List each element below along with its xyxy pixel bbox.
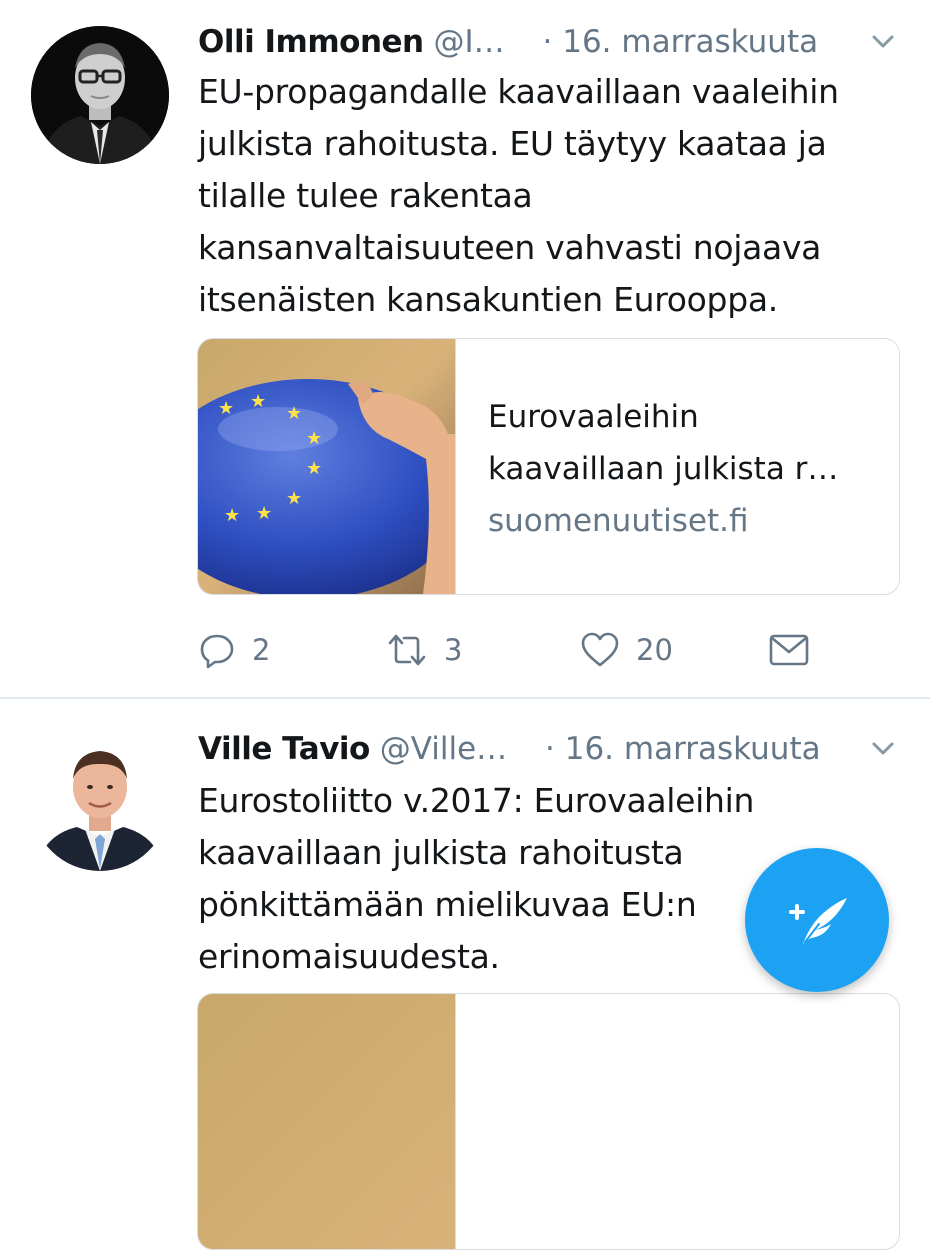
link-card[interactable]: ★ ★ ★ ★ ★ ★ ★ ★ Eurovaaleihin kaavaillaa…: [197, 338, 900, 595]
author-name[interactable]: Olli Immonen: [198, 24, 424, 60]
heart-icon: [581, 632, 619, 667]
tweet-text-line: Eurostoliitto v.2017: Eurovaaleihin: [198, 781, 755, 820]
svg-text:★: ★: [286, 488, 302, 509]
like-button[interactable]: 20: [580, 628, 673, 672]
retweet-button[interactable]: 3: [386, 628, 462, 672]
link-card-domain: suomenuutiset.fi: [488, 503, 749, 539]
chevron-down-icon[interactable]: [868, 26, 898, 56]
reply-icon: [200, 634, 234, 669]
reply-button[interactable]: 2: [198, 628, 270, 672]
svg-text:★: ★: [224, 505, 240, 526]
direct-message-button[interactable]: [768, 628, 810, 672]
tweet-text-line: julkista rahoitusta. EU täytyy kaataa ja: [198, 124, 827, 163]
tweet-text-line: kansanvaltaisuuteen vahvasti nojaava: [198, 228, 822, 267]
tweet-date[interactable]: 16. marraskuuta: [565, 731, 821, 767]
envelope-icon: [769, 634, 809, 666]
avatar-image: [31, 733, 169, 871]
svg-text:★: ★: [286, 403, 302, 424]
separator-dot: ·: [542, 24, 553, 60]
tweet-header: Olli Immonen @I… · 16. marraskuuta: [198, 20, 898, 64]
retweet-count: 3: [444, 633, 463, 667]
avatar[interactable]: [31, 733, 169, 871]
svg-text:★: ★: [218, 398, 234, 419]
tweet-text: EU-propagandalle kaavaillaan vaaleihin j…: [198, 66, 898, 326]
link-card-title-line: kaavaillaan julkista r…: [488, 451, 839, 487]
tweet-date[interactable]: 16. marraskuuta: [562, 24, 818, 60]
link-card-image: [198, 994, 456, 1249]
compose-tweet-icon: [789, 898, 847, 944]
compose-tweet-button[interactable]: [745, 848, 889, 992]
svg-text:★: ★: [250, 391, 266, 412]
tweet-text-line: itsenäisten kansakuntien Eurooppa.: [198, 280, 778, 319]
link-card-title: Eurovaaleihin kaavaillaan julkista r…: [488, 391, 878, 495]
avatar[interactable]: [31, 26, 169, 164]
retweet-icon: [388, 634, 426, 666]
author-handle[interactable]: @I…: [433, 24, 504, 60]
svg-text:★: ★: [306, 428, 322, 449]
like-count: 20: [636, 633, 673, 667]
separator-dot: ·: [545, 731, 555, 767]
tweet-actions: 2 3 20: [198, 628, 898, 672]
author-name[interactable]: Ville Tavio: [198, 731, 370, 767]
tweet-text-line: tilalle tulee rakentaa: [198, 176, 533, 215]
author-handle[interactable]: @Ville…: [380, 731, 507, 767]
link-card-title-line: Eurovaaleihin: [488, 399, 699, 435]
tweet[interactable]: Olli Immonen @I… · 16. marraskuuta EU-pr…: [0, 0, 930, 698]
tweet-text-line: EU-propagandalle kaavaillaan vaaleihin: [198, 72, 839, 111]
link-card-image: ★ ★ ★ ★ ★ ★ ★ ★: [198, 339, 468, 594]
link-card[interactable]: [197, 993, 900, 1250]
reply-count: 2: [252, 633, 271, 667]
tweet-header: Ville Tavio @Ville… · 16. marraskuuta: [198, 727, 898, 771]
svg-text:★: ★: [306, 458, 322, 479]
svg-text:★: ★: [256, 503, 272, 524]
chevron-down-icon[interactable]: [868, 733, 898, 763]
avatar-image: [31, 26, 169, 164]
